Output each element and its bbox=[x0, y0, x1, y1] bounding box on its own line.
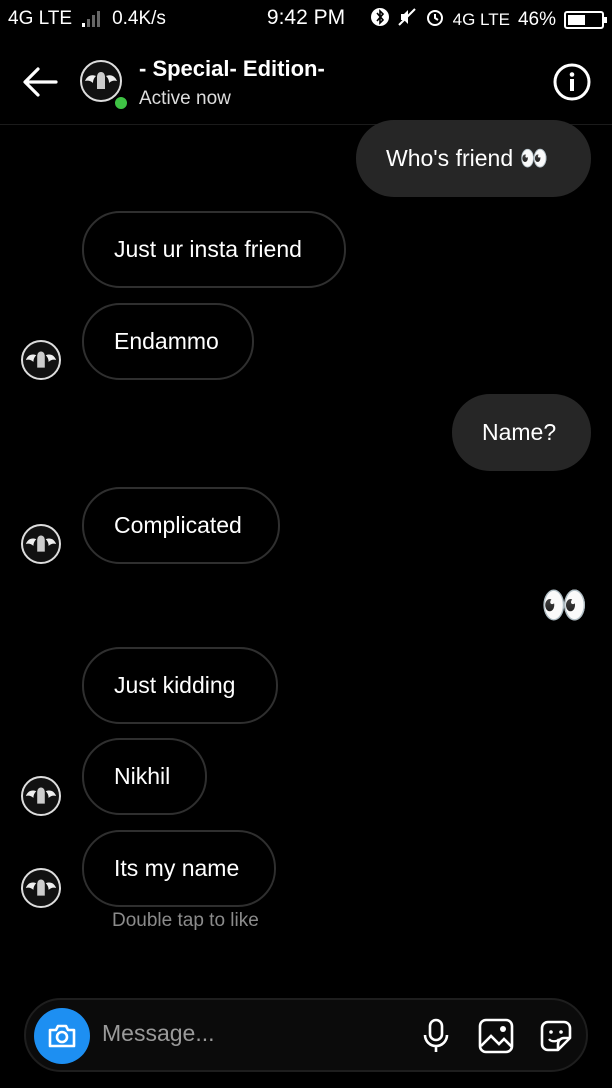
status-right: 4G LTE 46% bbox=[370, 7, 607, 33]
message-bubble-outgoing[interactable]: Name? bbox=[452, 394, 591, 471]
message-bubble-incoming[interactable]: Its my name bbox=[82, 830, 276, 907]
sticker-icon[interactable] bbox=[536, 1016, 576, 1056]
message-text: Who's friend 👀 bbox=[386, 145, 549, 171]
camera-icon bbox=[48, 1024, 76, 1048]
online-status-dot bbox=[113, 95, 129, 111]
camera-button[interactable] bbox=[34, 1008, 90, 1064]
message-text: Name? bbox=[482, 419, 557, 445]
bluetooth-icon bbox=[370, 7, 389, 33]
message-text: Just kidding bbox=[114, 672, 236, 698]
message-bubble-incoming[interactable]: Just kidding bbox=[82, 647, 278, 724]
gallery-icon[interactable] bbox=[476, 1016, 516, 1056]
back-arrow-icon[interactable] bbox=[18, 60, 62, 104]
message-input[interactable]: Message... bbox=[102, 1020, 215, 1047]
message-text: Its my name bbox=[114, 855, 240, 881]
sender-avatar[interactable] bbox=[21, 868, 61, 908]
message-composer: Message... bbox=[24, 998, 588, 1072]
message-text: Endammo bbox=[114, 328, 219, 354]
sender-avatar[interactable] bbox=[21, 340, 61, 380]
message-text: Nikhil bbox=[114, 763, 171, 789]
active-status: Active now bbox=[139, 88, 231, 109]
message-bubble-incoming[interactable]: Nikhil bbox=[82, 738, 207, 815]
emoji-message[interactable]: 👀 bbox=[532, 586, 588, 626]
alarm-icon bbox=[425, 7, 445, 33]
network-type-right: 4G LTE bbox=[452, 10, 510, 29]
message-bubble-outgoing[interactable]: Who's friend 👀 bbox=[356, 120, 591, 197]
message-bubble-incoming[interactable]: Complicated bbox=[82, 487, 280, 564]
microphone-icon[interactable] bbox=[416, 1016, 456, 1056]
message-text: Just ur insta friend bbox=[114, 236, 302, 262]
chat-header: - Special- Edition- Active now bbox=[0, 40, 612, 125]
battery-icon bbox=[564, 11, 607, 29]
message-bubble-incoming[interactable]: Just ur insta friend bbox=[82, 211, 346, 288]
status-bar: 4G LTE 0.4K/s 9:42 PM 4G LTE 46% bbox=[0, 0, 612, 38]
contact-name[interactable]: - Special- Edition- bbox=[139, 56, 325, 82]
info-icon[interactable] bbox=[552, 62, 592, 102]
sender-avatar[interactable] bbox=[21, 776, 61, 816]
message-text: Complicated bbox=[114, 512, 242, 538]
sender-avatar[interactable] bbox=[21, 524, 61, 564]
message-bubble-incoming[interactable]: Endammo bbox=[82, 303, 254, 380]
battery-percent: 46% bbox=[517, 9, 556, 30]
mute-icon bbox=[397, 7, 417, 33]
double-tap-hint: Double tap to like bbox=[112, 910, 259, 931]
